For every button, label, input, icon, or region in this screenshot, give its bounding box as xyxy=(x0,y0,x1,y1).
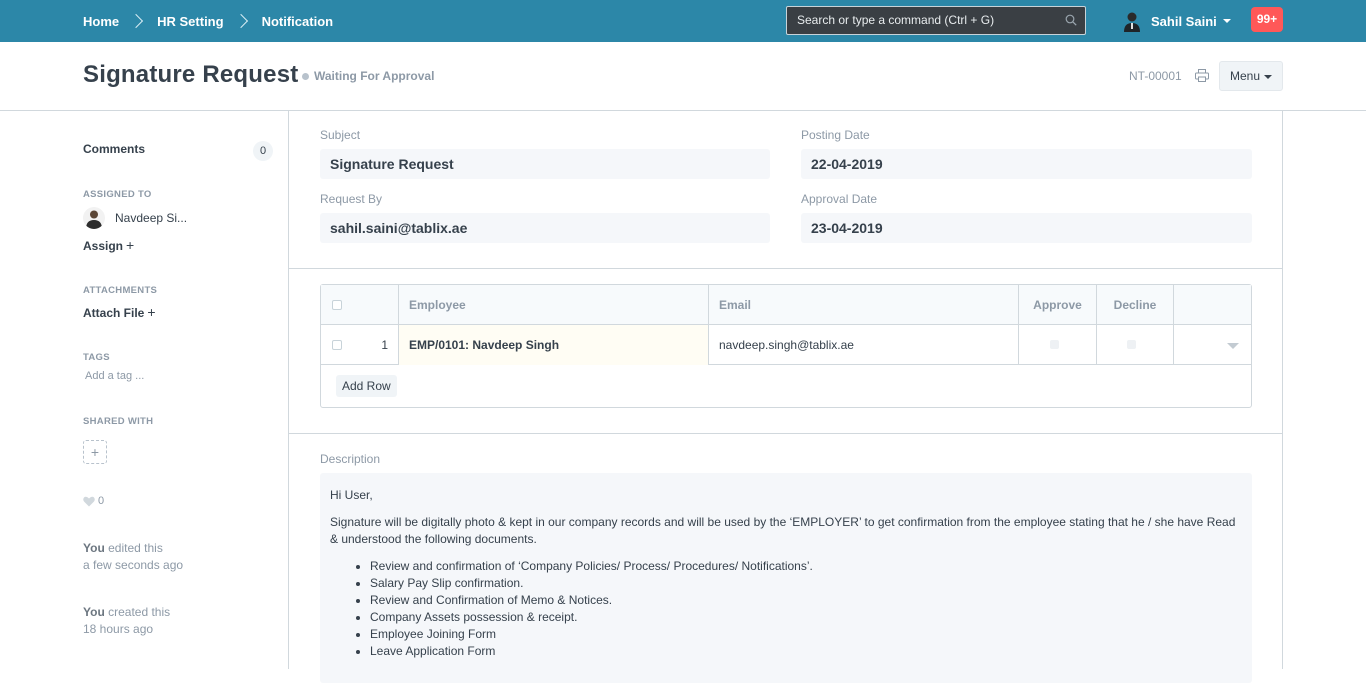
select-all-checkbox[interactable] xyxy=(332,300,342,310)
caret-down-icon xyxy=(1222,19,1231,23)
plus-icon: + xyxy=(126,237,135,253)
status-text: Waiting For Approval xyxy=(314,69,435,83)
table-header: Employee Email Approve Decline xyxy=(321,285,1251,325)
status-dot xyxy=(302,72,309,80)
search-input[interactable]: Search or type a command (Ctrl + G) xyxy=(786,6,1086,35)
section-divider xyxy=(289,268,1282,269)
user-name: Sahil Saini xyxy=(1151,13,1217,29)
list-item: Salary Pay Slip confirmation. xyxy=(370,575,1242,592)
list-item: Employee Joining Form xyxy=(370,626,1242,643)
employee-table: Employee Email Approve Decline 1 EMP/010… xyxy=(320,284,1252,408)
user-menu[interactable]: Sahil Saini xyxy=(1122,0,1231,42)
list-item: Review and Confirmation of Memo & Notice… xyxy=(370,592,1242,609)
activity-time: a few seconds ago xyxy=(83,558,184,572)
heart-icon xyxy=(83,496,95,506)
row-select-cell: 1 xyxy=(321,325,399,365)
row-expand-icon[interactable] xyxy=(1227,343,1239,349)
assigned-to-heading: ASSIGNED TO xyxy=(83,189,152,200)
print-icon[interactable] xyxy=(1195,69,1209,82)
comments-count-badge: 0 xyxy=(253,141,273,161)
activity-user[interactable]: You xyxy=(83,541,105,555)
activity-action: created this xyxy=(104,605,171,619)
shared-with-heading: SHARED WITH xyxy=(83,416,154,427)
add-row-button[interactable]: Add Row xyxy=(336,375,397,397)
column-email: Email xyxy=(709,285,1019,325)
request-by-field[interactable]: sahil.saini@tablix.ae xyxy=(320,213,770,243)
search-icon xyxy=(1065,14,1077,26)
cell-email[interactable]: navdeep.singh@tablix.ae xyxy=(709,325,1019,365)
menu-button[interactable]: Menu xyxy=(1219,61,1283,91)
cell-employee[interactable]: EMP/0101: Navdeep Singh xyxy=(399,325,709,365)
assignee-name: Navdeep Si... xyxy=(115,211,188,225)
approval-date-label: Approval Date xyxy=(801,192,878,206)
description-list: Review and confirmation of ‘Company Poli… xyxy=(330,558,1242,660)
section-divider xyxy=(289,433,1282,434)
decline-checkbox[interactable] xyxy=(1127,340,1136,349)
breadcrumb-notification[interactable]: Notification xyxy=(262,14,334,29)
breadcrumb-home[interactable]: Home xyxy=(83,14,119,29)
approve-checkbox[interactable] xyxy=(1050,340,1059,349)
row-index: 1 xyxy=(381,338,388,352)
page-title: Signature Request xyxy=(83,61,299,88)
column-decline: Decline xyxy=(1097,285,1174,325)
activity-item: You edited this a few seconds ago xyxy=(83,540,183,574)
activity-action: edited this xyxy=(104,541,163,555)
assign-label: Assign xyxy=(83,239,124,253)
row-checkbox[interactable] xyxy=(332,340,342,350)
column-approve: Approve xyxy=(1019,285,1097,325)
cell-decline xyxy=(1097,325,1174,365)
menu-label: Menu xyxy=(1230,69,1261,83)
list-item: Review and confirmation of ‘Company Poli… xyxy=(370,558,1242,575)
breadcrumb-hr-setting[interactable]: HR Setting xyxy=(157,14,223,29)
description-body: Signature will be digitally photo & kept… xyxy=(330,515,1236,546)
assign-button[interactable]: Assign + xyxy=(83,237,134,253)
request-by-label: Request By xyxy=(320,192,383,206)
subject-field[interactable]: Signature Request xyxy=(320,149,770,179)
likes-count: 0 xyxy=(98,495,105,507)
activity-item: You created this 18 hours ago xyxy=(83,604,170,638)
top-navbar: Home HR Setting Notification Search or t… xyxy=(0,0,1366,42)
approval-date-field[interactable]: 23-04-2019 xyxy=(801,213,1252,243)
document-id: NT-00001 xyxy=(1129,69,1182,83)
activity-user[interactable]: You xyxy=(83,605,105,619)
subject-label: Subject xyxy=(320,128,361,142)
table-row[interactable]: 1 EMP/0101: Navdeep Singh navdeep.singh@… xyxy=(321,325,1251,365)
user-avatar xyxy=(1124,12,1140,32)
attach-file-label: Attach File xyxy=(83,306,145,320)
notifications-badge[interactable]: 99+ xyxy=(1251,7,1283,32)
assignee[interactable]: Navdeep Si... xyxy=(83,207,187,229)
chevron-right-icon xyxy=(129,13,144,29)
tags-heading: TAGS xyxy=(83,352,110,363)
assignee-avatar xyxy=(83,207,105,229)
breadcrumb: Home HR Setting Notification xyxy=(83,0,333,42)
plus-icon: + xyxy=(147,304,156,320)
description-label: Description xyxy=(320,452,381,466)
search-placeholder: Search or type a command (Ctrl + G) xyxy=(797,13,995,27)
description-editor[interactable]: Hi User, Signature will be digitally pho… xyxy=(320,473,1252,683)
posting-date-label: Posting Date xyxy=(801,128,870,142)
attach-file-button[interactable]: Attach File + xyxy=(83,304,156,320)
comments-link[interactable]: Comments 0 xyxy=(83,141,273,161)
cell-approve xyxy=(1019,325,1097,365)
add-tag-input[interactable]: Add a tag ... xyxy=(85,370,144,382)
activity-time: 18 hours ago xyxy=(83,622,154,636)
header-select-cell xyxy=(321,285,399,325)
status-indicator: Waiting For Approval xyxy=(302,69,434,83)
caret-down-icon xyxy=(1264,74,1273,79)
attachments-heading: ATTACHMENTS xyxy=(83,285,158,296)
add-share-button[interactable]: + xyxy=(83,440,107,464)
form-main: Subject Signature Request Posting Date 2… xyxy=(288,111,1283,683)
comments-label: Comments xyxy=(83,142,146,156)
description-greeting: Hi User, xyxy=(330,488,373,502)
chevron-right-icon xyxy=(233,13,248,29)
likes[interactable]: 0 xyxy=(83,495,104,507)
column-employee: Employee xyxy=(399,285,709,325)
list-item: Leave Application Form xyxy=(370,643,1242,660)
posting-date-field[interactable]: 22-04-2019 xyxy=(801,149,1252,179)
page-head: Signature Request Waiting For Approval N… xyxy=(0,42,1366,111)
list-item: Company Assets possession & receipt. xyxy=(370,609,1242,626)
